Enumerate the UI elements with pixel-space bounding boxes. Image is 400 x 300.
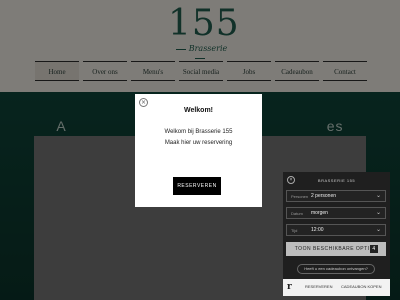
options-count-badge: 4	[370, 245, 378, 253]
reserve-button[interactable]: RESERVEREN	[173, 177, 221, 195]
modal-welcome-text: Welkom bij Brasserie 155	[164, 129, 233, 135]
voucher-link[interactable]: Heeft u een cadeaubon ontvangen?	[297, 264, 375, 274]
date-value: morgen	[311, 210, 328, 216]
tab-cadeaubon-kopen[interactable]: CADEAUBON KOPEN	[341, 284, 381, 289]
persons-select[interactable]: Personen 2 personen ⌄	[286, 190, 386, 202]
reservation-widget: × BRASSERIE 155 Personen 2 personen ⌄ Da…	[283, 172, 390, 296]
time-value: 12:00	[311, 227, 324, 233]
show-options-button[interactable]: TOON BESCHIKBARE OPTIES 4	[286, 242, 386, 256]
persons-label: Personen	[291, 194, 309, 199]
date-select[interactable]: Datum morgen ⌄	[286, 207, 386, 219]
widget-footer: r RESERVEREN CADEAUBON KOPEN	[283, 279, 390, 296]
show-options-label: TOON BESCHIKBARE OPTIES	[294, 246, 378, 252]
widget-title: BRASSERIE 155	[317, 178, 356, 183]
persons-value: 2 personen	[311, 193, 337, 199]
welcome-modal: × Welkom! Welkom bij Brasserie 155 Maak …	[135, 94, 262, 207]
tab-reserveren[interactable]: RESERVEREN	[305, 284, 333, 289]
chevron-down-icon: ⌄	[375, 227, 381, 233]
time-label: Tijd	[291, 228, 298, 233]
time-select[interactable]: Tijd 12:00 ⌄	[286, 224, 386, 236]
chevron-down-icon: ⌄	[375, 193, 381, 199]
modal-reserve-text: Maak hier uw reservering	[164, 140, 233, 146]
close-icon[interactable]: ×	[139, 98, 148, 107]
chevron-down-icon: ⌄	[375, 210, 381, 216]
modal-title: Welkom!	[183, 107, 214, 114]
widget-logo: r	[287, 282, 292, 292]
date-label: Datum	[291, 211, 303, 216]
